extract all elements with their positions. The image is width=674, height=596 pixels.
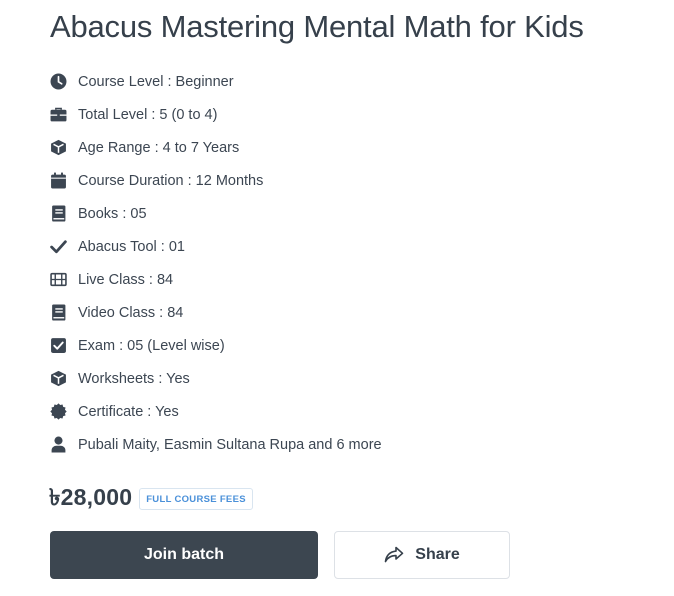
feature-course-duration: Course Duration : 12 Months bbox=[49, 164, 649, 197]
briefcase-icon bbox=[49, 106, 67, 124]
clock-icon bbox=[49, 73, 67, 91]
feature-label: Course Duration : 12 Months bbox=[78, 172, 264, 189]
feature-worksheets: Worksheets : Yes bbox=[49, 362, 649, 395]
feature-video-class: Video Class : 84 bbox=[49, 296, 649, 329]
share-button[interactable]: Share bbox=[334, 531, 510, 579]
share-icon bbox=[384, 546, 404, 564]
feature-books: Books : 05 bbox=[49, 197, 649, 230]
feature-label: Course Level : Beginner bbox=[78, 73, 234, 90]
feature-label: Age Range : 4 to 7 Years bbox=[78, 139, 240, 156]
feature-label: Exam : 05 (Level wise) bbox=[78, 337, 225, 354]
checkbox-icon bbox=[49, 337, 67, 355]
feature-label: Abacus Tool : 01 bbox=[78, 238, 185, 255]
price-row: ৳28,000 FULL COURSE FEES bbox=[49, 479, 253, 518]
cube-icon bbox=[49, 370, 67, 388]
feature-instructors: Pubali Maity, Easmin Sultana Rupa and 6 … bbox=[49, 428, 649, 461]
certificate-icon bbox=[49, 403, 67, 421]
course-features-list: Course Level : Beginner Total Level : 5 … bbox=[49, 65, 649, 461]
calendar-icon bbox=[49, 172, 67, 190]
feature-label: Total Level : 5 (0 to 4) bbox=[78, 106, 218, 123]
share-label: Share bbox=[415, 546, 460, 563]
course-price: ৳28,000 bbox=[49, 484, 133, 510]
film-icon bbox=[49, 271, 67, 289]
book-icon bbox=[49, 304, 67, 322]
fee-badge: FULL COURSE FEES bbox=[139, 487, 253, 510]
feature-live-class: Live Class : 84 bbox=[49, 263, 649, 296]
feature-certificate: Certificate : Yes bbox=[49, 395, 649, 428]
check-icon bbox=[49, 238, 67, 256]
feature-course-level: Course Level : Beginner bbox=[49, 65, 649, 98]
feature-label: Books : 05 bbox=[78, 205, 147, 222]
feature-label: Pubali Maity, Easmin Sultana Rupa and 6 … bbox=[78, 436, 382, 453]
course-title: Abacus Mastering Mental Math for Kids bbox=[50, 9, 584, 44]
feature-label: Live Class : 84 bbox=[78, 271, 174, 288]
feature-label: Video Class : 84 bbox=[78, 304, 184, 321]
feature-total-level: Total Level : 5 (0 to 4) bbox=[49, 98, 649, 131]
cube-icon bbox=[49, 139, 67, 157]
feature-label: Worksheets : Yes bbox=[78, 370, 190, 387]
join-batch-button[interactable]: Join batch bbox=[50, 531, 318, 579]
user-icon bbox=[49, 436, 67, 454]
feature-label: Certificate : Yes bbox=[78, 403, 179, 420]
feature-abacus-tool: Abacus Tool : 01 bbox=[49, 230, 649, 263]
book-icon bbox=[49, 205, 67, 223]
feature-exam: Exam : 05 (Level wise) bbox=[49, 329, 649, 362]
feature-age-range: Age Range : 4 to 7 Years bbox=[49, 131, 649, 164]
join-batch-label: Join batch bbox=[143, 546, 224, 563]
